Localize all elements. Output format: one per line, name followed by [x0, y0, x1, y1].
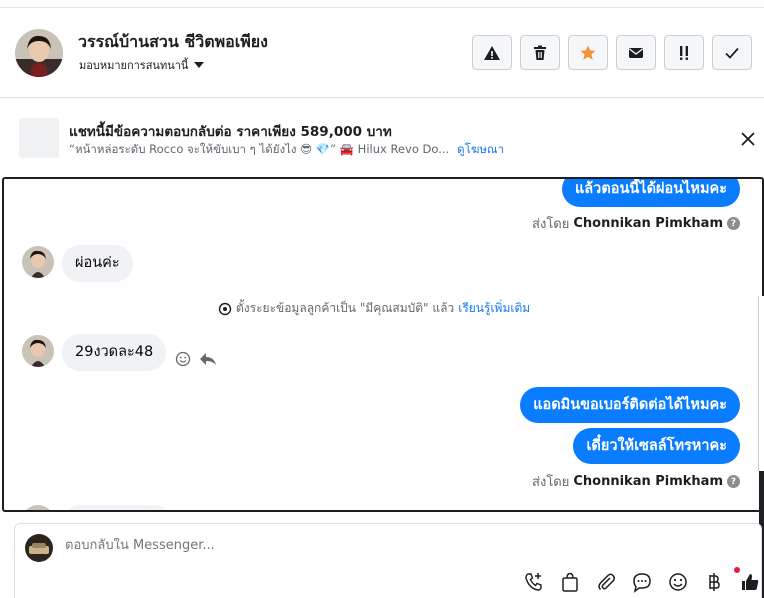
ad-subtitle: “หน้าหล่อระดับ Rocco จะให้ขับเบา ๆ ได้ยั…: [69, 141, 504, 159]
contact-avatar-small: [22, 505, 54, 510]
star-icon: [580, 45, 596, 60]
side-panel-edge: [758, 296, 764, 471]
call-add-icon[interactable]: [523, 571, 545, 593]
close-banner-button[interactable]: [738, 129, 758, 149]
star-button[interactable]: [568, 35, 608, 70]
composer-toolbar: [523, 567, 761, 593]
ad-title: แชทนี้มีข้อความตอบกลับต่อ ราคาเพียง 589,…: [69, 124, 392, 140]
checkmark-icon: [725, 47, 739, 59]
ad-thumbnail[interactable]: [19, 118, 59, 158]
warning-button[interactable]: [472, 35, 512, 70]
outgoing-message[interactable]: แล้วตอนนี้ได้ผ่อนไหมคะ: [561, 179, 740, 207]
ad-reply-banner: แชทนี้มีข้อความตอบกลับต่อ ราคาเพียง 589,…: [0, 99, 764, 177]
react-emoji-icon[interactable]: [175, 351, 191, 367]
contact-avatar[interactable]: [15, 29, 63, 77]
view-ad-link[interactable]: ดูโฆษณา: [457, 141, 504, 159]
learn-more-link[interactable]: เรียนรู้เพิ่มเติม: [458, 299, 530, 318]
emoji-icon[interactable]: [667, 571, 689, 593]
incoming-message[interactable]: ผ่อนค่ะ: [62, 245, 133, 282]
double-exclamation-icon: [680, 45, 688, 60]
sent-by-label: ส่งโดย Chonnikan Pimkham ?: [532, 471, 740, 492]
reply-composer: [14, 523, 762, 598]
top-strip: [0, 0, 764, 8]
caret-down-icon: [194, 62, 205, 68]
done-button[interactable]: [712, 35, 752, 70]
reply-icon[interactable]: [199, 351, 217, 367]
baht-payment-icon[interactable]: [703, 571, 725, 593]
system-note: ตั้งระยะข้อมูลลูกค้าเป็น "มีคุณสมบัติ" แ…: [218, 299, 530, 318]
mark-unread-button[interactable]: [616, 35, 656, 70]
close-icon: [741, 132, 755, 146]
warning-icon: [484, 45, 500, 60]
ad-snippet: “หน้าหล่อระดับ Rocco จะให้ขับเบา ๆ ได้ยั…: [69, 142, 450, 156]
contact-avatar-small: [22, 335, 54, 367]
assign-label: มอบหมายการสนทนานี้: [79, 59, 189, 72]
chat-bubble-icon[interactable]: [631, 571, 653, 593]
info-icon[interactable]: ?: [727, 475, 740, 488]
info-icon[interactable]: ?: [727, 217, 740, 230]
contact-name[interactable]: วรรณ์บ้านสวน ชีวิตพอเพียง: [78, 30, 268, 55]
incoming-message-partial: [62, 505, 172, 510]
follow-up-button[interactable]: [664, 35, 704, 70]
outgoing-message[interactable]: แอดมินขอเบอร์ติดต่อได้ไหมคะ: [520, 387, 740, 423]
shopping-bag-icon[interactable]: [559, 571, 581, 593]
trash-icon: [534, 45, 546, 60]
incoming-message[interactable]: 29งวดละ48: [62, 334, 167, 371]
notification-dot: [734, 567, 740, 573]
envelope-icon: [629, 47, 643, 58]
reply-input[interactable]: [65, 538, 665, 553]
outgoing-message[interactable]: เดี๋ยวให้เซลล์โทรหาคะ: [573, 428, 740, 464]
contact-avatar-small: [22, 246, 54, 278]
assign-conversation-dropdown[interactable]: มอบหมายการสนทนานี้: [79, 56, 205, 74]
header-actions: [472, 35, 752, 70]
thumbs-up-icon[interactable]: [739, 571, 761, 593]
conversation-header: วรรณ์บ้านสวน ชีวิตพอเพียง มอบหมายการสนทน…: [0, 9, 764, 98]
pipeline-icon: [218, 302, 232, 315]
attachment-icon[interactable]: [595, 571, 617, 593]
page-avatar: [25, 534, 53, 562]
delete-button[interactable]: [520, 35, 560, 70]
message-actions: [175, 351, 217, 367]
sent-by-label: ส่งโดย Chonnikan Pimkham ?: [532, 213, 740, 234]
message-thread[interactable]: แล้วตอนนี้ได้ผ่อนไหมคะ ส่งโดย Chonnikan …: [2, 177, 764, 512]
